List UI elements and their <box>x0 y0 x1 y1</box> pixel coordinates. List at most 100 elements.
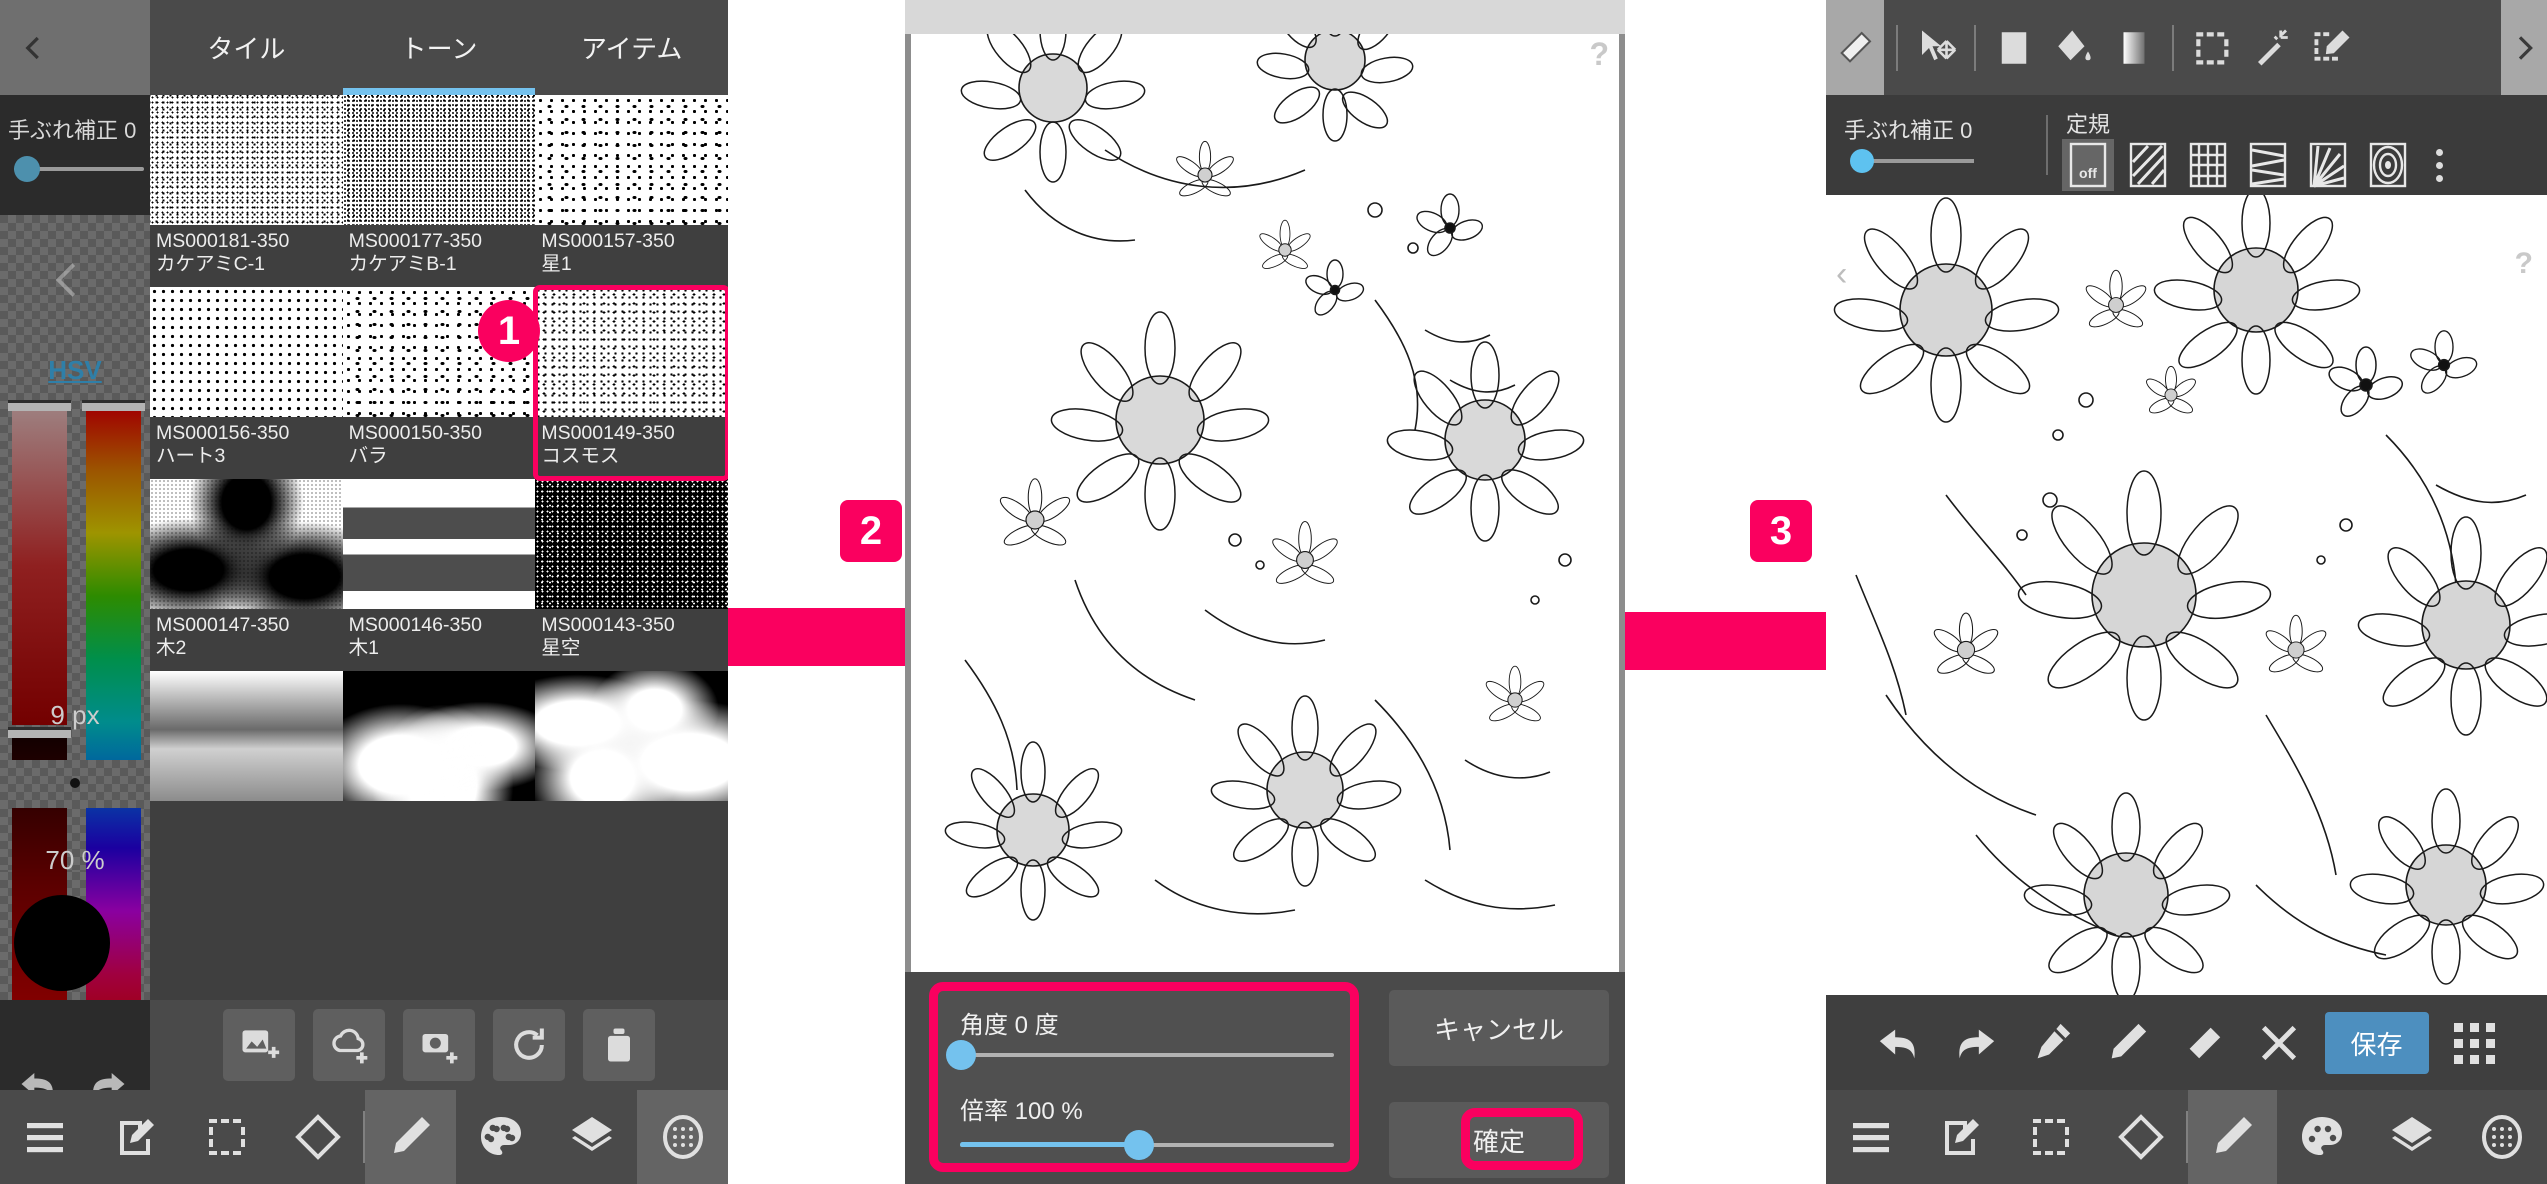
tone-thumbnail[interactable] <box>342 479 536 609</box>
opacity-label: 70 % <box>45 845 105 875</box>
tone-thumbnail[interactable] <box>150 671 343 801</box>
trash-icon[interactable] <box>583 1009 655 1081</box>
cancel-button[interactable]: キャンセル <box>1389 990 1609 1066</box>
help-icon[interactable]: ? <box>1589 36 1609 73</box>
stabilizer-knob[interactable] <box>1850 149 1874 173</box>
hue-handle[interactable] <box>82 400 145 411</box>
saturation-handle[interactable] <box>8 400 71 411</box>
sidebar-item-tone[interactable] <box>2457 1090 2547 1184</box>
magic-wand-icon[interactable] <box>2244 13 2300 83</box>
eraser-slanted-icon[interactable] <box>1826 0 1884 95</box>
hsv-mode-label[interactable]: HSV <box>0 355 150 386</box>
chevron-right-icon[interactable] <box>2501 0 2547 95</box>
chevron-left-icon[interactable] <box>16 30 52 66</box>
tone-name: 木2 <box>156 637 187 659</box>
sidebar-item-tone[interactable] <box>637 1090 728 1184</box>
scale-slider-knob[interactable] <box>1124 1130 1154 1160</box>
tone-caption: MS000149-350 コスモス <box>535 417 728 479</box>
tone-item[interactable]: MS000146-350 木1 <box>342 479 536 671</box>
add-camera-icon[interactable] <box>403 1009 475 1081</box>
tab-item[interactable]: アイテム <box>535 0 728 95</box>
tab-tone[interactable]: トーン <box>342 0 536 95</box>
tone-item[interactable]: MS000181-350 カケアミC-1 <box>150 95 343 287</box>
gradient-icon[interactable] <box>2106 13 2162 83</box>
bucket-icon[interactable] <box>2046 13 2102 83</box>
select-icon <box>2032 1119 2069 1155</box>
canvas-top-strip <box>905 0 1625 34</box>
sidebar-item-menu[interactable] <box>0 1090 91 1184</box>
move-select-icon[interactable] <box>1908 13 1964 83</box>
tone-item[interactable]: MS000156-350 ハート3 <box>150 287 343 479</box>
sidebar-item-layers[interactable] <box>2367 1090 2457 1184</box>
add-image-icon[interactable] <box>223 1009 295 1081</box>
lasso-edit-icon[interactable] <box>2304 13 2360 83</box>
tone-item[interactable]: MS000147-350 木2 <box>150 479 343 671</box>
save-button[interactable]: 保存 <box>2324 1012 2429 1074</box>
undo-icon[interactable] <box>1869 1013 1929 1073</box>
tone-item[interactable]: MS000149-350 コスモス <box>533 285 728 481</box>
sidebar-item-menu[interactable] <box>1826 1090 1916 1184</box>
tone-item[interactable] <box>342 671 536 801</box>
tone-thumbnail[interactable] <box>535 671 728 801</box>
sidebar-item-rotate[interactable] <box>2096 1090 2186 1184</box>
sidebar-item-palette[interactable] <box>456 1090 547 1184</box>
saturation-slider[interactable] <box>12 407 67 725</box>
stabilizer-knob[interactable] <box>14 156 40 182</box>
tone-item[interactable]: MS000143-350 星空 <box>535 479 728 671</box>
layers-icon <box>2392 1117 2433 1151</box>
confirm-highlight-ring <box>1461 1108 1583 1170</box>
sidebar-item-layers[interactable] <box>547 1090 638 1184</box>
sidebar-item-edit[interactable] <box>91 1090 182 1184</box>
redo-icon[interactable] <box>1945 1013 2005 1073</box>
tone-grid[interactable]: MS000181-350 カケアミC-1 MS000177-350 カケアミB-1 MS… <box>150 95 728 1000</box>
angle-slider-knob[interactable] <box>946 1040 976 1070</box>
add-cloud-icon[interactable] <box>313 1009 385 1081</box>
tone-caption: MS000157-350 星1 <box>535 225 728 287</box>
sidebar-item-select[interactable] <box>2006 1090 2096 1184</box>
tone-thumbnail[interactable] <box>342 95 536 225</box>
brush-size-label: 9 px <box>50 700 100 730</box>
pen-icon[interactable] <box>2021 1013 2081 1073</box>
kebab-icon[interactable] <box>2422 139 2456 191</box>
fill-square-icon[interactable] <box>1986 13 2042 83</box>
tone-thumbnail[interactable] <box>150 479 343 609</box>
tone-icon <box>662 1115 703 1159</box>
tone-thumbnail[interactable] <box>342 671 536 801</box>
chevron-left-icon[interactable] <box>45 257 91 303</box>
tone-thumbnail[interactable] <box>535 479 728 609</box>
sidebar-item-select[interactable] <box>182 1090 273 1184</box>
chevron-left-icon[interactable]: ‹ <box>1836 255 1847 294</box>
sidebar-item-pencil[interactable] <box>2187 1090 2278 1184</box>
ruler-parallel-icon[interactable] <box>2122 139 2174 191</box>
grid-dots-icon[interactable] <box>2445 1013 2505 1073</box>
sidebar-item-rotate[interactable] <box>272 1090 363 1184</box>
tone-thumbnail[interactable] <box>535 95 728 225</box>
tab-tile[interactable]: タイル <box>150 0 343 95</box>
tone-item[interactable]: MS000157-350 星1 <box>535 95 728 287</box>
panel-collapse-zone[interactable] <box>0 215 150 345</box>
ruler-grid-icon[interactable] <box>2182 139 2234 191</box>
refresh-icon[interactable] <box>493 1009 565 1081</box>
ruler-off-icon[interactable]: off <box>2062 139 2114 191</box>
ruler-concentric-icon[interactable] <box>2362 139 2414 191</box>
marquee-icon[interactable] <box>2184 13 2240 83</box>
tone-thumbnail[interactable] <box>150 95 343 225</box>
ruler-label: 定規 <box>2066 112 2111 137</box>
close-icon[interactable] <box>2249 1013 2309 1073</box>
tone-item[interactable]: MS000177-350 カケアミB-1 <box>342 95 536 287</box>
ruler-radial-icon[interactable] <box>2302 139 2354 191</box>
result-canvas[interactable]: ‹ ? <box>1826 195 2547 995</box>
sidebar-item-palette[interactable] <box>2277 1090 2367 1184</box>
current-color-swatch[interactable] <box>14 895 110 991</box>
tone-item[interactable] <box>535 671 728 801</box>
help-icon[interactable]: ? <box>2515 247 2533 281</box>
sidebar-item-edit[interactable] <box>1916 1090 2006 1184</box>
angle-slider-track[interactable] <box>960 1053 1334 1057</box>
eraser-icon[interactable] <box>2173 1013 2233 1073</box>
sidebar-item-pencil[interactable] <box>365 1090 456 1184</box>
tone-thumbnail[interactable] <box>150 287 343 417</box>
ruler-perspective-icon[interactable] <box>2242 139 2294 191</box>
tone-item[interactable] <box>150 671 343 801</box>
pencil-icon[interactable] <box>2097 1013 2157 1073</box>
tone-thumbnail[interactable] <box>535 287 728 417</box>
